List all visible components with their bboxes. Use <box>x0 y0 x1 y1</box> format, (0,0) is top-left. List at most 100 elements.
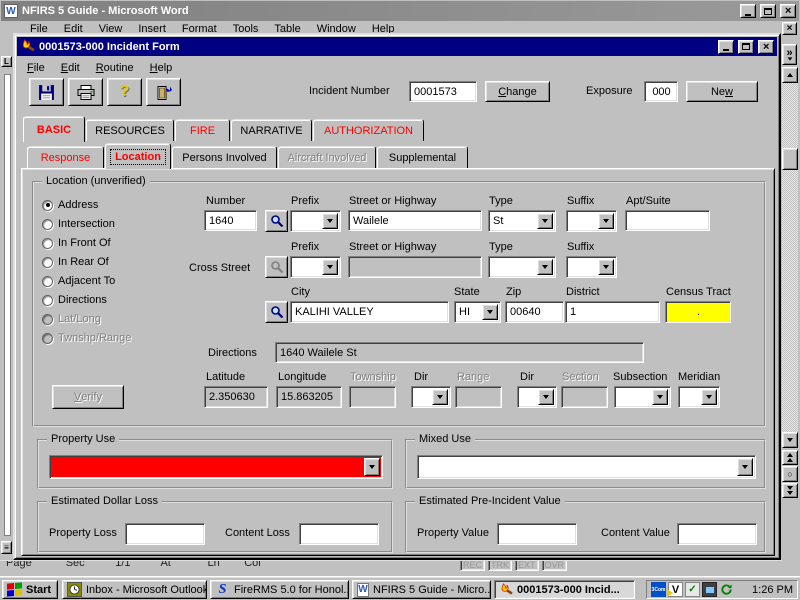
tab-narrative[interactable]: NARRATIVE <box>231 119 312 141</box>
type-combo[interactable]: St <box>488 210 556 232</box>
form-menu-edit[interactable]: Edit <box>53 60 88 76</box>
dropdown-button[interactable] <box>537 259 553 275</box>
network-monitor-icon[interactable] <box>702 582 717 597</box>
radio-icon <box>42 333 53 344</box>
task-incident-form[interactable]: 0001573-000 Incid... <box>494 580 635 599</box>
street-lookup-button[interactable] <box>265 210 288 232</box>
zip-field[interactable]: 00640 <box>505 301 564 323</box>
subtab-response[interactable]: Response <box>27 146 104 168</box>
prefix-combo[interactable] <box>290 210 341 232</box>
state-combo[interactable]: HI <box>454 301 501 323</box>
dropdown-button[interactable] <box>598 259 614 275</box>
radio-in-front-of[interactable]: In Front Of <box>42 237 111 249</box>
cross-prefix-label: Prefix <box>291 241 319 253</box>
dropdown-button[interactable] <box>432 389 448 405</box>
dropdown-button[interactable] <box>701 389 717 405</box>
dir1-combo[interactable] <box>411 386 451 408</box>
form-minimize-button[interactable] <box>718 40 734 54</box>
dropdown-button[interactable] <box>322 259 338 275</box>
content-loss-field[interactable] <box>299 523 379 545</box>
radio-adjacent-to[interactable]: Adjacent To <box>42 275 115 287</box>
form-close-button[interactable]: × <box>758 40 774 54</box>
mixed-use-combo[interactable] <box>417 455 756 479</box>
ruler-tab-selector[interactable]: L <box>1 56 12 67</box>
start-button[interactable]: Start <box>2 580 58 599</box>
cross-prefix-combo[interactable] <box>290 256 341 278</box>
new-button[interactable]: New <box>686 81 758 102</box>
subtab-aircraft-involved[interactable]: Aircraft Involved <box>278 146 376 168</box>
virusscan-v-icon[interactable]: V <box>668 582 683 597</box>
browse-previous-button[interactable] <box>782 450 798 465</box>
exit-button[interactable] <box>146 78 181 106</box>
subtab-location[interactable]: Location <box>105 143 171 169</box>
dropdown-button[interactable] <box>537 213 553 229</box>
dropdown-button[interactable] <box>598 213 614 229</box>
exposure-field[interactable]: 000 <box>644 81 678 102</box>
tab-basic[interactable]: BASIC <box>23 116 85 142</box>
dropdown-button[interactable] <box>482 304 498 320</box>
word-restore-button[interactable] <box>760 4 776 18</box>
cross-suffix-combo[interactable] <box>566 256 617 278</box>
form-menu-file[interactable]: File <box>19 60 53 76</box>
property-use-combo[interactable] <box>49 455 383 479</box>
task-firerms[interactable]: S FireRMS 5.0 for Honol... <box>210 580 349 599</box>
dir2-combo[interactable] <box>517 386 557 408</box>
word-statusbar: Page Sec 1/1 At Ln Col REC TRK EXT OVR <box>0 560 782 576</box>
scrollbar-up-button[interactable] <box>782 67 798 83</box>
suffix-combo[interactable] <box>566 210 617 232</box>
vshield-check-icon[interactable]: ✓ <box>685 582 700 597</box>
subsection-combo[interactable] <box>614 386 671 408</box>
tab-resources[interactable]: RESOURCES <box>86 119 174 141</box>
word-doc-close-button[interactable]: × <box>782 22 797 35</box>
content-value-field[interactable] <box>677 523 757 545</box>
browse-select-button[interactable]: ○ <box>782 466 798 482</box>
street-field[interactable]: Wailele <box>348 210 482 231</box>
apt-suite-field[interactable] <box>625 210 710 231</box>
form-maximize-button[interactable] <box>738 40 754 54</box>
number-label: Number <box>206 195 245 207</box>
census-tract-field[interactable]: . <box>665 301 731 323</box>
property-loss-field[interactable] <box>125 523 205 545</box>
city-field[interactable]: KALIHI VALLEY <box>290 301 449 323</box>
toolbar-overflow-chevron[interactable]: » <box>782 44 797 65</box>
form-menu-help[interactable]: Help <box>142 60 181 76</box>
word-minimize-button[interactable] <box>740 4 756 18</box>
print-button[interactable] <box>68 78 103 106</box>
radio-directions[interactable]: Directions <box>42 294 107 306</box>
dropdown-button[interactable] <box>538 389 554 405</box>
help-button[interactable]: ? <box>107 78 142 106</box>
radio-intersection[interactable]: Intersection <box>42 218 115 230</box>
browse-next-button[interactable] <box>782 483 798 498</box>
save-button[interactable] <box>29 78 64 106</box>
tab-fire[interactable]: FIRE <box>175 119 230 141</box>
subtab-supplemental[interactable]: Supplemental <box>377 146 468 168</box>
dropdown-button[interactable] <box>652 389 668 405</box>
tab-authorization[interactable]: AUTHORIZATION <box>313 119 424 141</box>
sync-icon[interactable] <box>719 582 734 597</box>
meridian-combo[interactable] <box>678 386 720 408</box>
3com-icon[interactable]: 3Com <box>651 582 666 597</box>
dropdown-button[interactable] <box>364 458 380 476</box>
number-field[interactable]: 1640 <box>204 210 257 231</box>
dropdown-button[interactable] <box>322 213 338 229</box>
dropdown-button[interactable] <box>737 458 753 476</box>
change-button[interactable]: Change <box>485 81 550 102</box>
incident-number-field[interactable]: 0001573 <box>409 81 477 102</box>
task-outlook[interactable]: Inbox - Microsoft Outlook <box>62 580 207 599</box>
scrollbar-track[interactable] <box>782 83 798 432</box>
tab-label: Persons Involved <box>182 152 266 164</box>
radio-address[interactable]: Address <box>42 199 98 211</box>
subtab-persons-involved[interactable]: Persons Involved <box>172 146 277 168</box>
city-lookup-button[interactable] <box>265 301 288 323</box>
radio-in-rear-of[interactable]: In Rear Of <box>42 256 109 268</box>
word-close-button[interactable]: × <box>780 4 796 18</box>
task-word[interactable]: W NFIRS 5 Guide - Micro... <box>352 580 491 599</box>
property-value-field[interactable] <box>497 523 577 545</box>
view-buttons[interactable]: ≡ <box>1 541 12 554</box>
scrollbar-down-button[interactable] <box>782 432 798 448</box>
scrollbar-thumb[interactable] <box>782 148 798 170</box>
district-field[interactable]: 1 <box>565 301 660 323</box>
form-menu-routine[interactable]: Routine <box>88 60 142 76</box>
cross-street-label2: Street or Highway <box>349 241 436 253</box>
cross-type-combo[interactable] <box>488 256 556 278</box>
